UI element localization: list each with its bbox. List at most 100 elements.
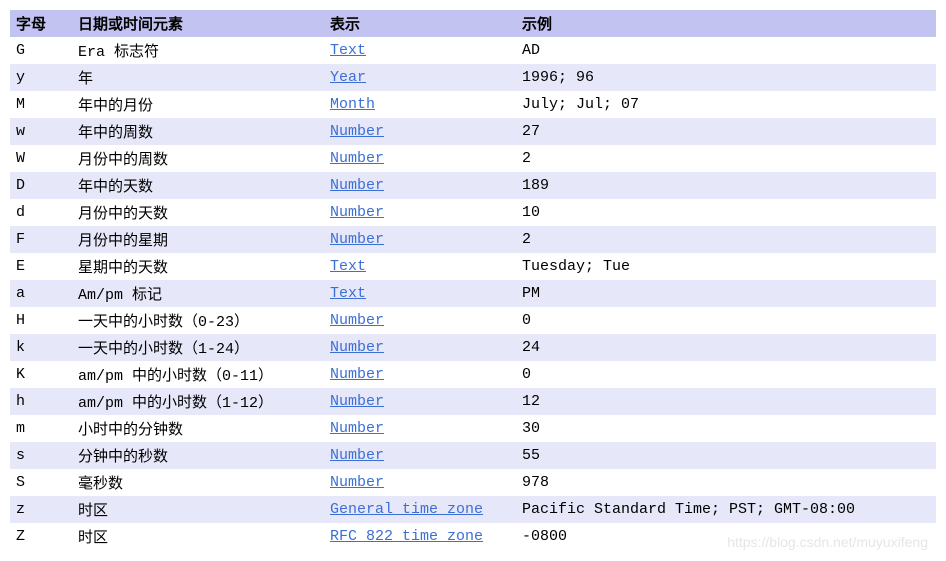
cell-component: 月份中的星期 — [72, 226, 324, 253]
cell-component: 年中的天数 — [72, 172, 324, 199]
cell-component: 分钟中的秒数 — [72, 442, 324, 469]
table-row: w年中的周数Number27 — [10, 118, 936, 145]
cell-letter: K — [10, 361, 72, 388]
presentation-link[interactable]: Number — [330, 447, 384, 464]
cell-example: Pacific Standard Time; PST; GMT-08:00 — [516, 496, 936, 523]
presentation-link[interactable]: Year — [330, 69, 366, 86]
cell-example: 24 — [516, 334, 936, 361]
cell-example: 978 — [516, 469, 936, 496]
table-row: k一天中的小时数（1-24）Number24 — [10, 334, 936, 361]
cell-example: 55 — [516, 442, 936, 469]
presentation-link[interactable]: General time zone — [330, 501, 483, 518]
table-row: s分钟中的秒数Number55 — [10, 442, 936, 469]
cell-presentation: RFC 822 time zone — [324, 523, 516, 550]
cell-component: 月份中的周数 — [72, 145, 324, 172]
table-row: m小时中的分钟数 Number 30 — [10, 415, 936, 442]
presentation-link[interactable]: Number — [330, 204, 384, 221]
cell-letter: y — [10, 64, 72, 91]
cell-presentation: Number — [324, 361, 516, 388]
date-format-table: 字母 日期或时间元素 表示 示例 GEra 标志符TextADy年Year199… — [10, 10, 936, 550]
cell-component: 时区 — [72, 523, 324, 550]
presentation-link[interactable]: Text — [330, 42, 366, 59]
table-row: Z时区RFC 822 time zone-0800 — [10, 523, 936, 550]
cell-component: 一天中的小时数（1-24） — [72, 334, 324, 361]
cell-letter: d — [10, 199, 72, 226]
table-row: F月份中的星期 Number 2 — [10, 226, 936, 253]
cell-letter: z — [10, 496, 72, 523]
cell-example: July; Jul; 07 — [516, 91, 936, 118]
cell-component: Am/pm 标记 — [72, 280, 324, 307]
cell-letter: w — [10, 118, 72, 145]
cell-presentation: Month — [324, 91, 516, 118]
presentation-link[interactable]: Text — [330, 258, 366, 275]
cell-example: 0 — [516, 361, 936, 388]
cell-letter: F — [10, 226, 72, 253]
cell-letter: S — [10, 469, 72, 496]
header-component: 日期或时间元素 — [72, 10, 324, 37]
cell-example: 27 — [516, 118, 936, 145]
presentation-link[interactable]: Month — [330, 96, 375, 113]
table-row: E星期中的天数TextTuesday; Tue — [10, 253, 936, 280]
cell-presentation: Number — [324, 172, 516, 199]
cell-example: 1996; 96 — [516, 64, 936, 91]
cell-component: 小时中的分钟数 — [72, 415, 324, 442]
cell-component: Era 标志符 — [72, 37, 324, 64]
table-header-row: 字母 日期或时间元素 表示 示例 — [10, 10, 936, 37]
cell-example: PM — [516, 280, 936, 307]
cell-example: 30 — [516, 415, 936, 442]
cell-letter: E — [10, 253, 72, 280]
presentation-link[interactable]: Number — [330, 123, 384, 140]
cell-component: 毫秒数 — [72, 469, 324, 496]
cell-presentation: Text — [324, 253, 516, 280]
presentation-link[interactable]: Number — [330, 312, 384, 329]
cell-presentation: Number — [324, 118, 516, 145]
presentation-link[interactable]: Number — [330, 231, 384, 248]
cell-presentation: Text — [324, 37, 516, 64]
cell-component: 时区 — [72, 496, 324, 523]
cell-presentation: Number — [324, 307, 516, 334]
table-row: aAm/pm 标记 Text PM — [10, 280, 936, 307]
cell-component: 年 — [72, 64, 324, 91]
cell-letter: m — [10, 415, 72, 442]
cell-example: 12 — [516, 388, 936, 415]
cell-letter: a — [10, 280, 72, 307]
presentation-link[interactable]: Number — [330, 474, 384, 491]
table-row: ham/pm 中的小时数（1-12） Number 12 — [10, 388, 936, 415]
cell-presentation: Number — [324, 226, 516, 253]
cell-component: am/pm 中的小时数（0-11） — [72, 361, 324, 388]
cell-letter: M — [10, 91, 72, 118]
cell-letter: G — [10, 37, 72, 64]
table-row: M年中的月份MonthJuly; Jul; 07 — [10, 91, 936, 118]
cell-example: 10 — [516, 199, 936, 226]
presentation-link[interactable]: Number — [330, 366, 384, 383]
cell-presentation: Number — [324, 388, 516, 415]
cell-component: am/pm 中的小时数（1-12） — [72, 388, 324, 415]
cell-presentation: Number — [324, 145, 516, 172]
cell-presentation: Number — [324, 415, 516, 442]
cell-example: 189 — [516, 172, 936, 199]
cell-example: 2 — [516, 226, 936, 253]
presentation-link[interactable]: Number — [330, 420, 384, 437]
cell-presentation: Number — [324, 199, 516, 226]
cell-presentation: Year — [324, 64, 516, 91]
table-row: S毫秒数 Number 978 — [10, 469, 936, 496]
presentation-link[interactable]: Number — [330, 339, 384, 356]
presentation-link[interactable]: Number — [330, 177, 384, 194]
cell-presentation: Number — [324, 334, 516, 361]
cell-presentation: Number — [324, 469, 516, 496]
cell-example: 2 — [516, 145, 936, 172]
presentation-link[interactable]: RFC 822 time zone — [330, 528, 483, 545]
table-row: z时区 General time zone Pacific Standard Tim… — [10, 496, 936, 523]
table-row: GEra 标志符TextAD — [10, 37, 936, 64]
cell-presentation: Text — [324, 280, 516, 307]
presentation-link[interactable]: Text — [330, 285, 366, 302]
table-row: H一天中的小时数（0-23）Number0 — [10, 307, 936, 334]
cell-letter: h — [10, 388, 72, 415]
table-row: Kam/pm 中的小时数（0-11） Number 0 — [10, 361, 936, 388]
presentation-link[interactable]: Number — [330, 393, 384, 410]
cell-letter: H — [10, 307, 72, 334]
header-example: 示例 — [516, 10, 936, 37]
cell-example: Tuesday; Tue — [516, 253, 936, 280]
table-row: d月份中的天数Number10 — [10, 199, 936, 226]
presentation-link[interactable]: Number — [330, 150, 384, 167]
